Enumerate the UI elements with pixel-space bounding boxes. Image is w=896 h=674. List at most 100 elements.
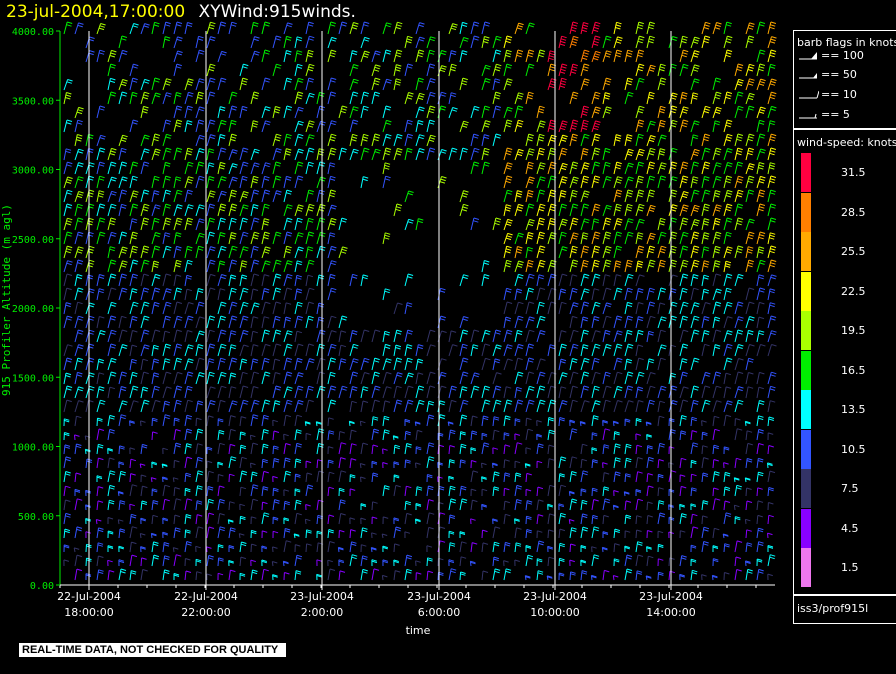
wind-barb-flag	[582, 167, 589, 170]
wind-barb	[382, 485, 386, 497]
wind-barb-flag	[210, 287, 216, 290]
wind-barb-flag	[515, 418, 521, 421]
wind-barb-flag	[604, 97, 610, 100]
wind-barb	[250, 569, 253, 581]
wind-barb	[96, 542, 99, 553]
wind-barb-flag	[186, 417, 192, 420]
wind-barb-flag	[352, 371, 359, 374]
wind-barb-flag	[637, 124, 643, 128]
wind-barb-flag	[143, 189, 150, 192]
wind-barb-flag	[461, 500, 467, 504]
wind-barb-flag	[285, 250, 291, 254]
wind-barb-flag	[110, 150, 116, 153]
wind-plot: 22-Jul-200418:00:0022-Jul-200422:00:0023…	[0, 21, 777, 637]
wind-barb	[635, 219, 641, 231]
wind-barb-flag	[230, 136, 237, 139]
wind-barb-flag	[583, 385, 590, 388]
wind-barb	[382, 429, 386, 441]
wind-barb-flag	[605, 80, 611, 83]
wind-barb	[294, 555, 298, 567]
wind-barb-flag	[241, 108, 248, 111]
wind-barb	[184, 358, 189, 371]
wind-barb	[283, 357, 288, 371]
wind-barb	[525, 371, 530, 385]
wind-barb	[635, 344, 639, 357]
wind-barb-flag	[77, 193, 83, 196]
wind-barb	[63, 315, 68, 329]
wind-barb	[580, 218, 585, 231]
wind-barb-flag	[418, 49, 425, 52]
wind-barb-flag	[296, 66, 303, 69]
wind-barb-flag	[661, 385, 667, 389]
wind-barb-flag	[78, 162, 84, 165]
wind-barb-flag	[527, 136, 534, 139]
wind-barb	[492, 471, 495, 483]
wind-barb-flag	[582, 470, 589, 473]
wind-barb-flag	[143, 273, 149, 277]
wind-barb-flag	[529, 316, 535, 319]
wind-barb-flag	[418, 388, 424, 391]
wind-barb	[437, 385, 442, 399]
wind-barb-flag	[592, 459, 598, 462]
wind-barb	[459, 431, 462, 441]
wind-barb-flag	[152, 502, 159, 505]
wind-barb-flag	[185, 487, 191, 491]
wind-barb-flag	[638, 133, 644, 137]
wind-barb-flag	[328, 432, 335, 435]
wind-barb-flag	[605, 274, 611, 277]
wind-barb-flag	[252, 125, 258, 128]
wind-barb	[382, 79, 388, 91]
wind-barb-flag	[328, 446, 334, 449]
wind-barb-flag	[166, 371, 172, 375]
wind-barb-flag	[362, 400, 369, 403]
wind-barb	[569, 203, 574, 217]
wind-barb-flag	[78, 106, 84, 110]
wind-barb	[591, 386, 596, 399]
wind-barb	[547, 301, 552, 315]
wind-barb	[349, 50, 353, 63]
wind-barb	[371, 371, 376, 385]
wind-barb-flag	[439, 290, 446, 293]
wind-barb-flag	[253, 120, 259, 123]
wind-barb-flag	[110, 318, 116, 321]
wind-barb-flag	[463, 203, 469, 207]
wind-barb	[206, 415, 209, 427]
wind-barb-flag	[362, 568, 368, 572]
wind-barb-flag	[373, 360, 380, 363]
wind-barb-flag	[583, 136, 589, 139]
wind-barb-flag	[166, 301, 172, 305]
wind-barb-flag	[98, 569, 104, 572]
wind-barb-flag	[627, 165, 633, 168]
wind-barb-flag	[252, 360, 258, 364]
wind-barb-flag	[594, 304, 600, 307]
wind-barb	[184, 344, 189, 357]
wind-barb	[327, 472, 330, 483]
wind-barb-flag	[494, 68, 501, 72]
wind-barb-flag	[208, 360, 214, 364]
wind-barb	[514, 274, 519, 287]
wind-barb-flag	[516, 124, 523, 128]
wind-barb-flag	[525, 447, 532, 450]
wind-barb-flag	[615, 194, 621, 198]
wind-barb-flag	[121, 203, 127, 207]
wind-barb-flag	[572, 94, 578, 97]
wind-barb-flag	[142, 485, 148, 489]
wind-barb-flag	[372, 516, 378, 519]
wind-barb	[129, 330, 133, 343]
wind-barb	[140, 259, 145, 273]
wind-barb	[283, 176, 287, 189]
wind-barb-flag	[549, 346, 555, 350]
wind-barb	[525, 232, 529, 245]
wind-barb-flag	[199, 134, 205, 138]
wind-barb	[404, 385, 409, 399]
wind-barb-flag	[111, 287, 117, 290]
wind-barb-flag	[188, 176, 194, 179]
wind-barb-flag	[155, 399, 161, 403]
wind-barb	[305, 134, 310, 147]
wind-barb-flag	[419, 92, 425, 96]
wind-barb-flag	[131, 80, 138, 83]
wind-barb-flag	[383, 516, 389, 519]
wind-barb-flag	[560, 456, 567, 459]
wind-barb-flag	[495, 346, 501, 350]
wind-barb-flag	[384, 237, 390, 240]
